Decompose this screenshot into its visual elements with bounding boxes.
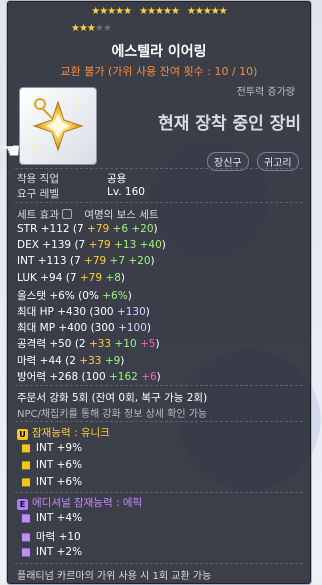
stat-line: STR +112 (7 +79 +6 +20) [17, 223, 158, 235]
cursor-glove-icon: ☚ [1, 139, 21, 164]
additional-line: ■ INT +2% [21, 546, 83, 558]
combat-power-label: 전투력 증가량 [236, 87, 295, 98]
lock-icon [61, 209, 72, 219]
stat-total: +94 [40, 271, 66, 284]
stat-breakdown: (7 +79 +13 +40) [74, 239, 166, 252]
stat-name: STR [17, 223, 41, 235]
stat-name: 올스탯 [17, 289, 50, 302]
potential-line: ■ INT +6% [21, 476, 83, 488]
stat-breakdown: (300 +100) [90, 322, 152, 335]
additional-title-row: E 에디셔널 잠재능력 : 에픽 [17, 495, 142, 510]
footer-note: 플래티넘 카르마의 가위 사용 시 1회 교환 가능 [17, 571, 212, 582]
stat-breakdown: (2 +33 +9) [65, 354, 125, 367]
star-group: ★★★★★ [91, 6, 132, 17]
divider [15, 202, 303, 203]
stat-total: +112 [40, 223, 73, 235]
job-value: 공용 [107, 173, 127, 185]
set-effect-label: 세트 효과 [17, 209, 59, 221]
star-group: ★★★★★ [139, 6, 180, 17]
stat-name: DEX [17, 239, 43, 252]
divider [15, 168, 303, 169]
stat-breakdown: (7 +79 +6 +20) [72, 223, 158, 235]
stat-name: 최대 MP [17, 322, 59, 335]
stat-name: 공격력 [17, 338, 50, 351]
potential-line: ■ INT +6% [21, 459, 83, 471]
stat-total: +113 [37, 255, 70, 268]
stat-breakdown: (2 +33 +10 +5) [74, 338, 160, 351]
earring-icon [32, 98, 84, 152]
stat-total: +6% [49, 289, 79, 302]
stat-name: 최대 HP [17, 306, 58, 318]
item-name: 에스텔라 이어링 [111, 44, 207, 60]
stat-total: +400 [58, 322, 91, 335]
stat-total: +50 [49, 338, 75, 351]
stat-name: INT [17, 255, 38, 268]
trade-note: 교환 불가 (가위 사용 잔여 횟수 : 10 / 10) [60, 65, 258, 78]
additional-line: ■ 마력 +10 [21, 531, 81, 543]
stat-line: 올스탯 +6% (0% +6%) [17, 288, 132, 303]
star-force-row-2: ★★★★★ [71, 23, 112, 34]
job-label: 착용 직업 [17, 173, 59, 185]
stat-line: 최대 MP +400 (300 +100) [17, 320, 151, 335]
stat-breakdown: (7 +79 +7 +20) [69, 255, 155, 268]
item-icon-frame [19, 87, 97, 165]
star-group: ★★★★★ [186, 6, 228, 17]
additional-line: ■ INT +4% [21, 512, 83, 524]
stat-total: +430 [57, 306, 90, 318]
stat-line: 마력 +44 (2 +33 +9) [17, 353, 124, 368]
stat-line: 공격력 +50 (2 +33 +10 +5) [17, 336, 160, 351]
stat-breakdown: (300 +130) [89, 306, 150, 318]
stat-total: +44 [39, 354, 66, 367]
stat-line: DEX +139 (7 +79 +13 +40) [17, 239, 166, 251]
unique-grade-icon: U [17, 429, 28, 440]
enhance-line: 주문서 강화 5회 (잔여 0회, 복구 가능 2회) [17, 392, 208, 404]
potential-title-row: U 잠재능력 : 유니크 [17, 425, 110, 440]
level-label: 요구 레벨 [17, 188, 59, 200]
stat-line: LUK +94 (7 +79 +8) [17, 272, 125, 284]
divider [15, 385, 303, 386]
equipped-status: 현재 장착 중인 장비 [158, 114, 301, 134]
stat-name: LUK [17, 271, 41, 284]
stat-total: +268 [49, 370, 82, 383]
set-name: 여명의 보스 세트 [84, 209, 159, 221]
item-tooltip: ★★★★★ ★★★★★ ★★★★★ ★★★★★ 에스텔라 이어링 교환 불가 (가위… [1, 0, 312, 585]
stat-breakdown: (7 +79 +8) [65, 271, 125, 284]
stat-line: INT +113 (7 +79 +7 +20) [17, 255, 155, 267]
stat-name: 방어력 [17, 370, 50, 383]
divider [15, 421, 303, 422]
set-effect-row: 세트 효과 여명의 보스 세트 [17, 207, 159, 222]
stat-line: 최대 HP +430 (300 +130) [17, 304, 150, 319]
potential-line: ■ INT +9% [21, 442, 83, 454]
level-value: Lv. 160 [107, 186, 145, 198]
additional-title: 에디셔널 잠재능력 : 에픽 [32, 497, 143, 509]
enhance-note: NPC/채집키를 통해 강화 정보 상세 확인 가능 [17, 409, 208, 420]
star-force-row-1: ★★★★★ ★★★★★ ★★★★★ [7, 6, 311, 18]
stat-breakdown: (100 +162 +6) [81, 370, 161, 383]
stat-line: 방어력 +268 (100 +162 +6) [17, 369, 161, 384]
divider [15, 563, 303, 564]
epic-grade-icon: E [17, 499, 28, 510]
stat-breakdown: (0% +6%) [78, 289, 132, 302]
potential-title: 잠재능력 : 유니크 [32, 427, 110, 439]
divider [15, 492, 303, 493]
stat-total: +139 [42, 239, 75, 252]
stat-name: 마력 [17, 354, 40, 367]
